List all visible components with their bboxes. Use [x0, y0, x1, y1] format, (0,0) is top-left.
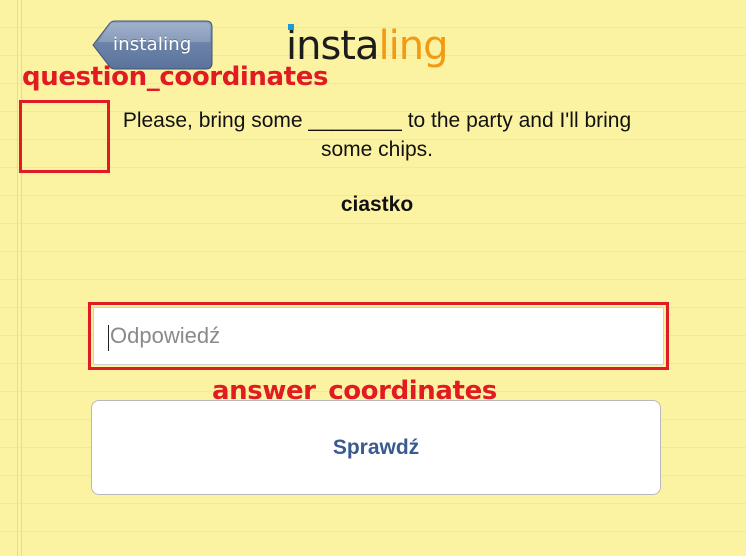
back-button-label: instaling [113, 34, 192, 55]
question-coordinates-box [19, 100, 110, 173]
question-coordinates-label: question_coordinates [22, 62, 329, 92]
check-button[interactable]: Sprawdź [91, 400, 661, 495]
question-sentence: Please, bring some ________ to the party… [122, 109, 632, 161]
logo-text-part2: ling [378, 23, 449, 69]
answer-input[interactable] [93, 307, 664, 365]
translation-word: ciastko [340, 193, 414, 216]
logo-dot [288, 24, 294, 30]
margin-line [17, 0, 18, 556]
text-caret [108, 325, 109, 351]
